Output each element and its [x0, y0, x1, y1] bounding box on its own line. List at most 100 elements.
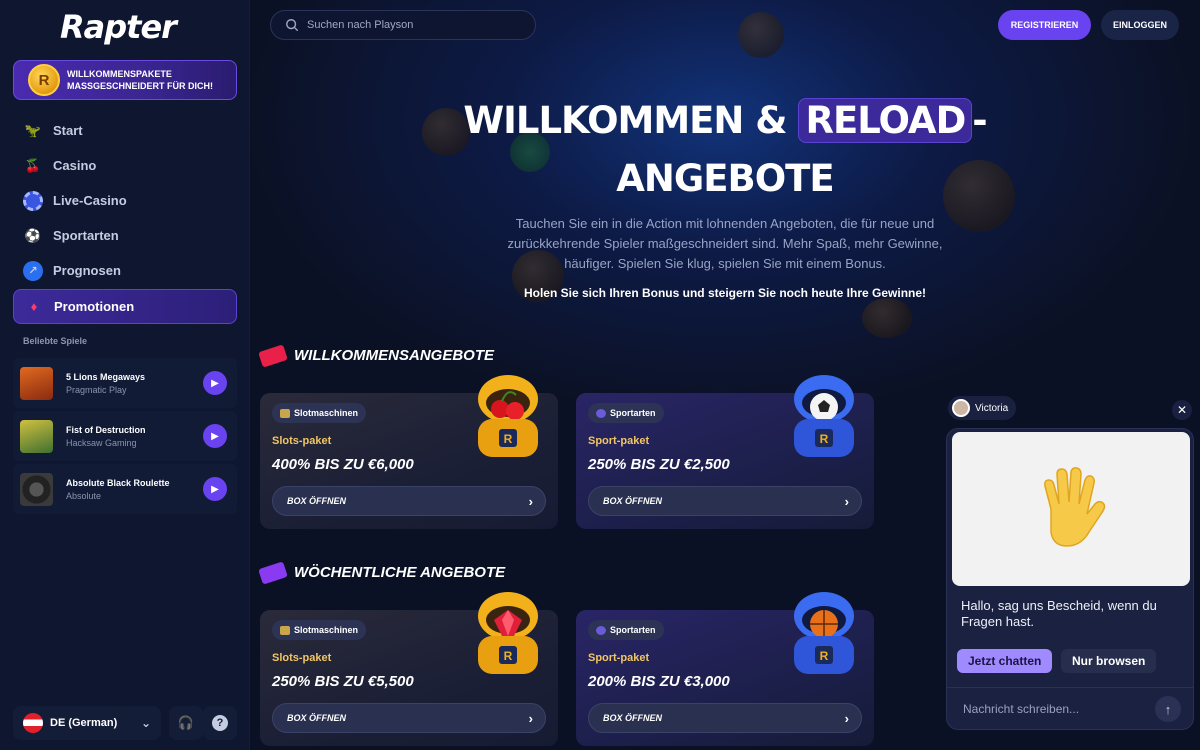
card-amount: 250% BIS ZU €5,500	[272, 673, 414, 690]
card-label: Slots-paket	[272, 652, 332, 664]
sport-icon	[596, 408, 606, 418]
svg-text:R: R	[820, 432, 829, 446]
headset-icon: 🎧	[177, 715, 195, 730]
ticket-icon	[258, 560, 288, 585]
play-icon: ▶	[211, 483, 219, 495]
chevron-right-icon: ›	[844, 493, 849, 509]
basketball-chest-icon: R	[794, 592, 854, 674]
sidebar-item-sportarten[interactable]: ⚽ Sportarten	[13, 218, 237, 253]
sidebar-item-live-casino[interactable]: Live-Casino	[13, 183, 237, 218]
decorative-coin	[738, 12, 784, 58]
list-item[interactable]: Absolute Black Roulette Absolute ▶	[13, 464, 237, 514]
play-button[interactable]: ▶	[203, 371, 227, 395]
logo[interactable]: Rapter	[60, 8, 177, 46]
hero-title: WILLKOMMEN & RELOAD - ANGEBOTE	[450, 92, 1000, 208]
offer-card-sport-weekly[interactable]: Sportarten Sport-paket 200% BIS ZU €3,00…	[576, 592, 874, 746]
send-button[interactable]: ↑	[1155, 696, 1181, 722]
start-chat-button[interactable]: Jetzt chatten	[957, 649, 1053, 673]
sport-icon	[596, 625, 606, 635]
game-provider: Pragmatic Play	[66, 384, 127, 395]
sidebar-item-start[interactable]: 🦖 Start	[13, 113, 237, 148]
open-box-button[interactable]: BOX ÖFFNEN ›	[588, 486, 862, 516]
card-label: Slots-paket	[272, 435, 332, 447]
close-icon: ✕	[1176, 403, 1188, 417]
svg-text:R: R	[820, 649, 829, 663]
open-box-label: BOX ÖFFNEN	[603, 496, 663, 506]
chevron-right-icon: ›	[844, 710, 849, 726]
soccer-ball-icon: ⚽	[24, 227, 42, 243]
card-label: Sport-paket	[588, 652, 650, 664]
chat-widget: Hallo, sag uns Bescheid, wenn du Fragen …	[946, 428, 1194, 730]
list-item[interactable]: 5 Lions Megaways Pragmatic Play ▶	[13, 358, 237, 408]
chat-agent-name: Victoria	[975, 402, 1009, 414]
language-label: DE (German)	[50, 717, 118, 729]
card-amount: 250% BIS ZU €2,500	[588, 456, 730, 473]
arrow-up-icon: ↑	[1164, 701, 1172, 717]
hero-cta: Holen Sie sich Ihren Bonus und steigern …	[523, 286, 927, 300]
tag-slots: Slotmaschinen	[272, 620, 367, 640]
play-button[interactable]: ▶	[203, 477, 227, 501]
support-button[interactable]: 🎧	[169, 706, 203, 740]
hero-title-part2: -	[972, 99, 987, 142]
waving-hand-icon	[1044, 467, 1106, 547]
chevron-right-icon: ›	[528, 493, 533, 509]
welcome-pack-banner[interactable]: R WILLKOMMENSPAKETE MASSGESCHNEIDERT FÜR…	[13, 60, 237, 100]
svg-text:R: R	[504, 649, 513, 663]
sidebar-item-label: Prognosen	[53, 263, 121, 278]
sidebar-item-label: Promotionen	[54, 299, 135, 314]
chat-agent-badge: Victoria	[948, 396, 1017, 420]
login-button[interactable]: EINLOGGEN	[1101, 10, 1179, 40]
cherry-chest-icon: R	[478, 375, 538, 457]
popular-games-list: 5 Lions Megaways Pragmatic Play ▶ Fist o…	[13, 358, 237, 517]
chat-close-button[interactable]: ✕	[1172, 400, 1192, 420]
tag-label: Sportarten	[610, 408, 656, 418]
open-box-label: BOX ÖFFNEN	[603, 713, 663, 723]
soccer-chest-icon: R	[794, 375, 854, 457]
tag-label: Slotmaschinen	[294, 625, 359, 635]
game-title: Absolute Black Roulette	[66, 477, 170, 488]
chart-icon: ↗	[23, 260, 43, 281]
help-icon: ?	[212, 715, 228, 731]
language-select[interactable]: DE (German) ⌄	[13, 706, 161, 740]
sidebar-item-promotionen[interactable]: ♦ Promotionen	[13, 289, 237, 324]
sidebar-item-label: Live-Casino	[53, 193, 127, 208]
chat-input-placeholder: Nachricht schreiben...	[963, 701, 1080, 716]
sidebar-item-casino[interactable]: 🍒 Casino	[13, 148, 237, 183]
sidebar-nav: 🦖 Start 🍒 Casino Live-Casino ⚽ Sportarte…	[13, 113, 237, 324]
search-icon	[286, 19, 299, 32]
game-thumbnail	[20, 472, 53, 506]
hero-title-part1: WILLKOMMEN &	[463, 99, 787, 142]
open-box-button[interactable]: BOX ÖFFNEN ›	[272, 486, 546, 516]
offer-card-slots-weekly[interactable]: Slotmaschinen Slots-paket 250% BIS ZU €5…	[260, 592, 558, 746]
avatar	[952, 399, 970, 417]
just-browse-button[interactable]: Nur browsen	[1061, 649, 1157, 673]
search-input[interactable]: Suchen nach Playson	[270, 10, 536, 40]
section-title-welcome: WILLKOMMENSANGEBOTE	[258, 343, 494, 368]
chat-message-input[interactable]: Nachricht schreiben... ↑	[947, 687, 1193, 729]
open-box-button[interactable]: BOX ÖFFNEN ›	[272, 703, 546, 733]
gem-chest-icon: R	[478, 592, 538, 674]
tag-slots: Slotmaschinen	[272, 403, 367, 423]
list-item[interactable]: Fist of Destruction Hacksaw Gaming ▶	[13, 411, 237, 461]
sidebar-item-label: Start	[53, 123, 83, 138]
sidebar-item-prognosen[interactable]: ↗ Prognosen	[13, 253, 237, 288]
card-label: Sport-paket	[588, 435, 650, 447]
play-button[interactable]: ▶	[203, 424, 227, 448]
tag-label: Sportarten	[610, 625, 656, 635]
chat-message: Hallo, sag uns Bescheid, wenn du Fragen …	[961, 598, 1157, 629]
chevron-down-icon: ⌄	[140, 716, 151, 730]
tag-sport: Sportarten	[588, 403, 664, 423]
open-box-button[interactable]: BOX ÖFFNEN ›	[588, 703, 862, 733]
section-title-text: WÖCHENTLICHE ANGEBOTE	[294, 564, 506, 581]
offer-card-sport-welcome[interactable]: Sportarten Sport-paket 250% BIS ZU €2,50…	[576, 375, 874, 529]
cherry-icon: 🍒	[24, 157, 42, 173]
section-title-weekly: WÖCHENTLICHE ANGEBOTE	[258, 560, 506, 585]
game-title: Fist of Destruction	[66, 424, 146, 435]
slot-machine-icon	[280, 408, 290, 418]
help-button[interactable]: ?	[203, 706, 237, 740]
decorative-coin	[862, 298, 912, 338]
register-button[interactable]: REGISTRIEREN	[998, 10, 1091, 40]
offer-card-slots-welcome[interactable]: Slotmaschinen Slots-paket 400% BIS ZU €6…	[260, 375, 558, 529]
hero-description: Tauchen Sie ein in die Action mit lohnen…	[507, 216, 943, 271]
card-amount: 200% BIS ZU €3,000	[588, 673, 730, 690]
